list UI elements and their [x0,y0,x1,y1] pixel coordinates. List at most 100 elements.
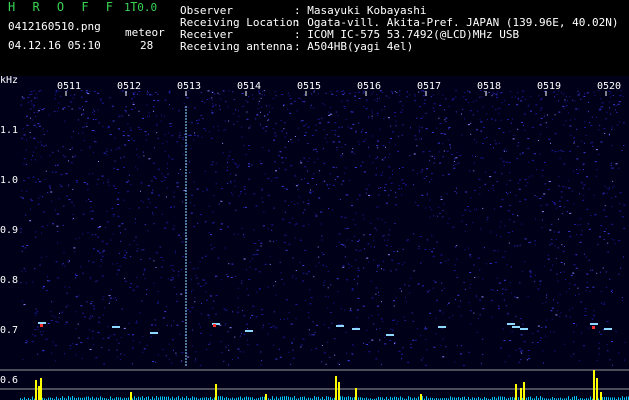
noise-speck [241,282,243,284]
noise-speck [614,109,616,111]
noise-speck [611,341,613,343]
noise-speck [62,264,63,266]
noise-speck [398,135,400,137]
noise-speck [136,276,138,278]
noise-speck [108,349,110,351]
noise-speck [88,173,90,175]
noise-speck [204,170,206,172]
noise-speck [40,90,42,92]
noise-speck [147,230,149,232]
noise-speck [611,197,613,199]
noise-speck [506,264,508,266]
noise-speck [321,239,323,241]
noise-speck [208,317,210,319]
noise-speck [270,326,273,328]
noise-speck [456,151,458,153]
noise-speck [241,280,243,281]
noise-speck [220,200,223,202]
noise-speck [267,178,270,180]
meter-peak-bar [600,392,602,400]
noise-speck [92,261,95,263]
noise-speck [169,207,172,208]
noise-speck [604,133,606,134]
noise-speck [375,293,377,295]
noise-speck [438,117,440,119]
noise-speck [521,96,524,98]
noise-speck [559,157,561,159]
noise-speck [536,169,537,171]
noise-speck [247,101,249,103]
noise-speck [348,264,350,266]
noise-speck [442,94,444,96]
noise-speck [482,207,484,209]
noise-speck [574,284,576,286]
noise-speck [442,356,445,358]
noise-speck [419,236,422,237]
noise-speck [426,349,428,351]
noise-speck [54,316,56,318]
noise-speck [292,275,294,277]
noise-speck [147,206,148,208]
noise-speck [580,332,582,334]
noise-speck [360,165,362,167]
noise-speck [303,94,305,96]
noise-speck [55,360,57,362]
noise-speck [433,107,435,109]
noise-speck [501,173,503,175]
noise-speck [615,196,617,197]
noise-speck [281,130,284,132]
noise-speck [564,206,566,208]
noise-speck [50,320,53,321]
noise-speck [75,275,78,276]
noise-speck [67,261,69,263]
noise-speck [600,106,602,108]
noise-speck [302,101,303,103]
noise-speck [137,93,138,95]
noise-speck [481,296,484,298]
noise-speck [609,96,611,98]
noise-speck [141,249,143,251]
noise-speck [230,192,232,194]
noise-speck [89,277,91,278]
noise-speck [311,178,314,179]
noise-speck [395,144,397,146]
noise-speck [518,348,521,350]
noise-speck [243,315,246,317]
noise-speck [126,181,128,183]
noise-speck [503,279,506,281]
noise-speck [275,327,278,329]
noise-speck [347,194,349,196]
noise-speck [132,103,135,105]
noise-speck [151,361,154,362]
noise-speck [377,156,379,158]
noise-speck [577,90,579,92]
noise-speck [97,109,99,111]
meter-base-bar [284,396,285,400]
noise-speck [405,296,406,298]
noise-speck [110,289,112,291]
noise-speck [242,351,244,353]
noise-speck [396,92,398,94]
noise-speck [357,141,359,142]
noise-speck [371,93,373,95]
meteor-echo [245,330,253,332]
time-tick-label: 0515 [297,81,321,92]
noise-speck [388,194,390,196]
noise-speck [275,281,277,283]
noise-speck [205,291,207,293]
noise-speck [243,333,246,335]
noise-speck [209,131,211,133]
noise-speck [406,240,408,242]
noise-speck [615,105,617,106]
noise-speck [107,325,109,327]
noise-speck [412,169,414,171]
noise-speck [511,331,513,332]
noise-speck [600,98,602,100]
noise-speck [160,120,162,122]
noise-speck [140,259,142,260]
noise-speck [588,259,590,261]
noise-speck [513,296,516,298]
noise-speck [133,93,135,95]
noise-speck [561,92,562,94]
noise-speck [508,355,510,357]
